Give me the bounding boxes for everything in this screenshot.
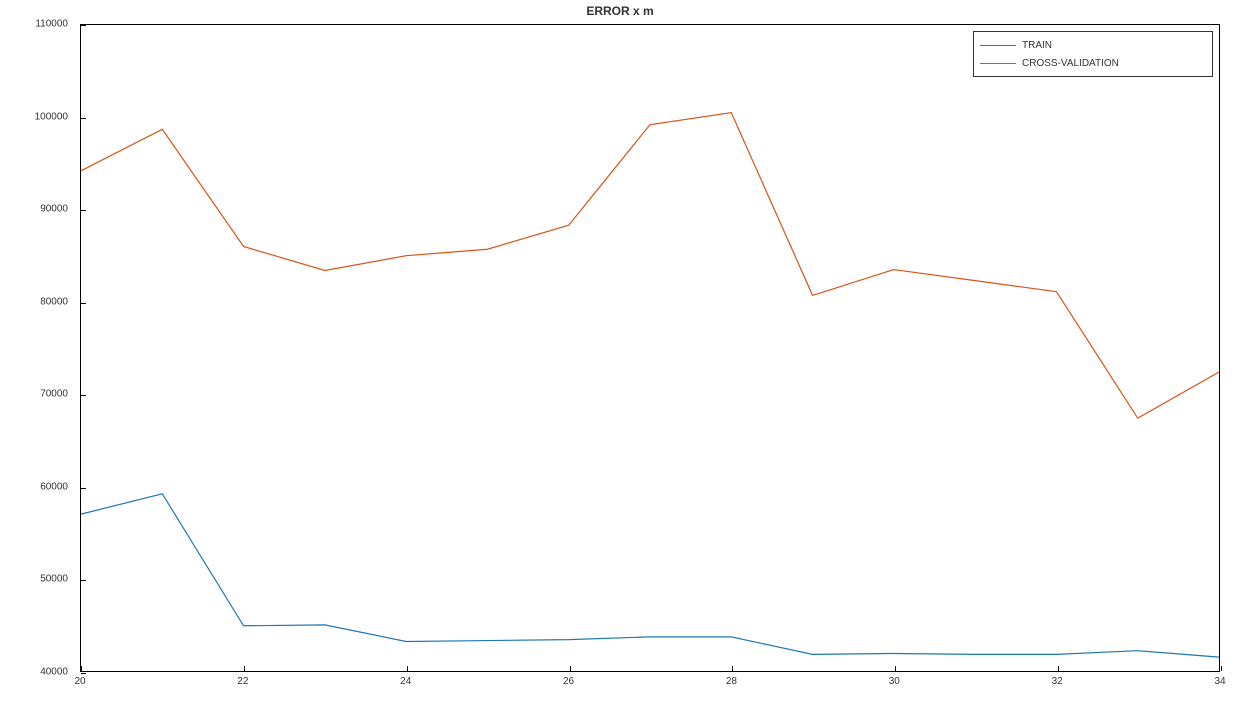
y-tick-label: 90000 xyxy=(0,204,68,215)
plot-area: TRAIN CROSS-VALIDATION xyxy=(80,24,1220,672)
x-tick-mark xyxy=(895,666,896,671)
y-tick-label: 110000 xyxy=(0,19,68,30)
x-tick-label: 34 xyxy=(1214,676,1225,687)
y-tick-mark xyxy=(81,118,86,119)
x-tick-label: 22 xyxy=(237,676,248,687)
y-axis-ticks: 4000050000600007000080000900001000001100… xyxy=(0,24,74,672)
y-tick-label: 40000 xyxy=(0,667,68,678)
x-tick-mark xyxy=(407,666,408,671)
legend-item: CROSS-VALIDATION xyxy=(980,54,1206,72)
y-tick-mark xyxy=(81,210,86,211)
legend: TRAIN CROSS-VALIDATION xyxy=(973,31,1213,77)
x-tick-mark xyxy=(570,666,571,671)
x-tick-mark xyxy=(732,666,733,671)
x-tick-label: 24 xyxy=(400,676,411,687)
y-tick-mark xyxy=(81,25,86,26)
legend-label: CROSS-VALIDATION xyxy=(1022,58,1206,69)
legend-label: TRAIN xyxy=(1022,40,1206,51)
x-tick-mark xyxy=(1221,666,1222,671)
x-axis-ticks: 2022242628303234 xyxy=(80,672,1220,692)
x-tick-label: 26 xyxy=(563,676,574,687)
chart-title: ERROR x m xyxy=(0,4,1240,18)
chart-lines xyxy=(81,25,1219,671)
y-tick-label: 100000 xyxy=(0,111,68,122)
legend-item: TRAIN xyxy=(980,36,1206,54)
x-tick-mark xyxy=(1058,666,1059,671)
y-tick-label: 80000 xyxy=(0,296,68,307)
x-tick-mark xyxy=(81,666,82,671)
y-tick-label: 50000 xyxy=(0,574,68,585)
y-tick-label: 70000 xyxy=(0,389,68,400)
y-tick-mark xyxy=(81,580,86,581)
series-line xyxy=(81,494,1219,657)
x-tick-label: 20 xyxy=(74,676,85,687)
y-tick-mark xyxy=(81,303,86,304)
y-tick-mark xyxy=(81,395,86,396)
chart-container: ERROR x m 40000 50000 60000 70000 80000 90000… xyxy=(0,0,1240,710)
legend-swatch xyxy=(980,63,1016,64)
x-tick-label: 28 xyxy=(726,676,737,687)
y-tick-mark xyxy=(81,488,86,489)
x-tick-label: 32 xyxy=(1052,676,1063,687)
legend-swatch xyxy=(980,45,1016,46)
x-tick-mark xyxy=(244,666,245,671)
y-tick-label: 60000 xyxy=(0,481,68,492)
series-line xyxy=(81,113,1219,418)
x-tick-label: 30 xyxy=(889,676,900,687)
